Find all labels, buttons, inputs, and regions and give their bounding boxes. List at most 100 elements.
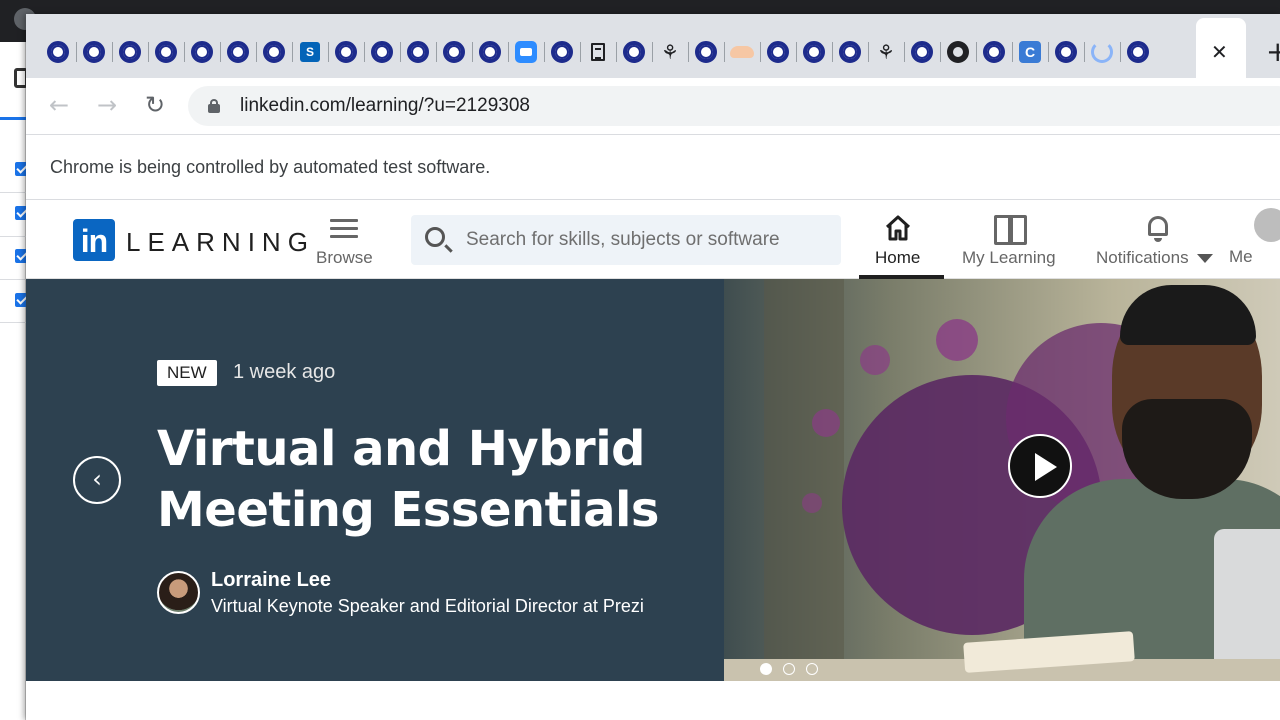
carousel-dot[interactable]	[783, 663, 795, 675]
tab-favicon-ring-icon[interactable]	[622, 40, 646, 64]
tab-favicon-ring-icon[interactable]	[1054, 40, 1078, 64]
menu-icon	[330, 214, 359, 243]
tab-favicon-ring-icon[interactable]	[766, 40, 790, 64]
linkedin-logo[interactable]: in	[73, 219, 115, 261]
selection-bar	[0, 117, 26, 120]
hero-carousel: NEW 1 week ago Virtual and Hybrid Meetin…	[26, 279, 1280, 681]
nav-my-learning-label: My Learning	[962, 248, 1056, 267]
author-name[interactable]: Lorraine Lee	[211, 569, 331, 592]
nav-home[interactable]: Home	[875, 210, 920, 268]
tab-separator	[76, 42, 77, 62]
tab-separator	[760, 42, 761, 62]
background-window-edge	[0, 42, 29, 720]
tab-separator	[220, 42, 221, 62]
nav-me-label[interactable]: Me	[1229, 247, 1253, 267]
site-header: in LEARNING Browse Home My Learning Noti…	[26, 200, 1280, 279]
tab-separator	[436, 42, 437, 62]
tab-favicon-c-app-icon[interactable]: C	[1018, 40, 1042, 64]
tab-favicon-ring-icon[interactable]	[262, 40, 286, 64]
new-badge: NEW	[157, 360, 217, 386]
tab-favicon-ring-icon[interactable]	[1126, 40, 1150, 64]
tab-separator	[400, 42, 401, 62]
tab-separator	[976, 42, 977, 62]
carousel-dots	[760, 663, 818, 675]
author-title: Virtual Keynote Speaker and Editorial Di…	[211, 596, 644, 616]
carousel-dot[interactable]	[760, 663, 772, 675]
tab-favicon-ring-icon[interactable]	[442, 40, 466, 64]
tab-favicon-ring-icon[interactable]	[910, 40, 934, 64]
browse-label: Browse	[316, 248, 373, 267]
tab-favicon-zoom-icon[interactable]	[514, 40, 538, 64]
tab-favicon-doc-icon[interactable]	[586, 40, 610, 64]
tab-favicon-ring-icon[interactable]	[550, 40, 574, 64]
author-avatar[interactable]	[157, 571, 200, 614]
tab-favicon-ring-icon[interactable]	[406, 40, 430, 64]
tab-separator	[652, 42, 653, 62]
tab-separator	[1012, 42, 1013, 62]
posted-time: 1 week ago	[233, 361, 336, 383]
tab-favicon-sharepoint-icon[interactable]: S	[298, 40, 322, 64]
tab-separator	[1120, 42, 1121, 62]
tab-favicon-github-icon[interactable]	[946, 40, 970, 64]
forward-icon[interactable]: →	[92, 90, 122, 120]
carousel-dot[interactable]	[806, 663, 818, 675]
tab-strip: ✕ + S ⚘ ⚘ C	[26, 14, 1280, 78]
tab-separator	[508, 42, 509, 62]
nav-home-label: Home	[875, 248, 921, 267]
learning-wordmark[interactable]: LEARNING	[126, 227, 315, 258]
tab-favicon-ring-icon[interactable]	[46, 40, 70, 64]
address-bar[interactable]: linkedin.com/learning/?u=2129308	[188, 86, 1280, 126]
tab-separator	[184, 42, 185, 62]
tab-separator	[328, 42, 329, 62]
play-icon[interactable]	[1008, 434, 1072, 498]
tab-favicon-ring-icon[interactable]	[118, 40, 142, 64]
back-icon[interactable]: ←	[44, 90, 74, 120]
reload-icon[interactable]: ↻	[140, 90, 170, 120]
nav-notifications-label: Notifications	[1096, 248, 1189, 267]
row-divider	[0, 279, 26, 280]
search-input[interactable]	[466, 227, 826, 253]
browse-button[interactable]: Browse	[316, 210, 373, 268]
tab-separator	[904, 42, 905, 62]
tab-separator	[148, 42, 149, 62]
tab-separator	[724, 42, 725, 62]
hero-image	[724, 279, 1280, 681]
search-box[interactable]	[411, 215, 841, 265]
tab-favicon-ring-icon[interactable]	[370, 40, 394, 64]
tab-favicon-ring-icon[interactable]	[478, 40, 502, 64]
new-tab-icon[interactable]: +	[1266, 38, 1280, 66]
infobar-text: Chrome is being controlled by automated …	[50, 157, 491, 177]
tab-separator	[796, 42, 797, 62]
tab-separator	[1048, 42, 1049, 62]
course-title[interactable]: Virtual and Hybrid Meeting Essentials	[157, 419, 697, 541]
tab-favicon-ring-icon[interactable]	[82, 40, 106, 64]
tab-favicon-swirl-icon[interactable]	[1090, 40, 1114, 64]
tab-separator	[832, 42, 833, 62]
search-icon	[425, 227, 445, 247]
tab-favicon-ring-icon[interactable]	[838, 40, 862, 64]
tab-favicon-cloud-icon[interactable]	[730, 40, 754, 64]
tab-favicon-ring-icon[interactable]	[190, 40, 214, 64]
tab-favicon-ring-icon[interactable]	[334, 40, 358, 64]
carousel-prev-button[interactable]: ‹	[73, 456, 121, 504]
nav-my-learning[interactable]: My Learning	[962, 210, 1056, 268]
row-divider	[0, 192, 26, 193]
row-divider	[0, 322, 26, 323]
tab-separator	[472, 42, 473, 62]
close-tab-icon[interactable]: ✕	[1211, 42, 1228, 62]
tab-favicon-tree-icon[interactable]: ⚘	[874, 40, 898, 64]
tab-favicon-ring-icon[interactable]	[694, 40, 718, 64]
lock-icon[interactable]	[208, 99, 220, 113]
tab-favicon-ring-icon[interactable]	[802, 40, 826, 64]
home-icon	[885, 215, 910, 241]
tab-separator	[364, 42, 365, 62]
avatar[interactable]	[1254, 208, 1280, 242]
tab-favicon-ring-icon[interactable]	[154, 40, 178, 64]
url-text[interactable]: linkedin.com/learning/?u=2129308	[240, 95, 530, 117]
bell-icon	[1146, 214, 1170, 242]
nav-notifications[interactable]: Notifications	[1096, 210, 1213, 268]
tab-favicon-tree-icon[interactable]: ⚘	[658, 40, 682, 64]
tab-favicon-ring-icon[interactable]	[982, 40, 1006, 64]
tab-favicon-ring-icon[interactable]	[226, 40, 250, 64]
automation-infobar: Chrome is being controlled by automated …	[26, 134, 1280, 200]
